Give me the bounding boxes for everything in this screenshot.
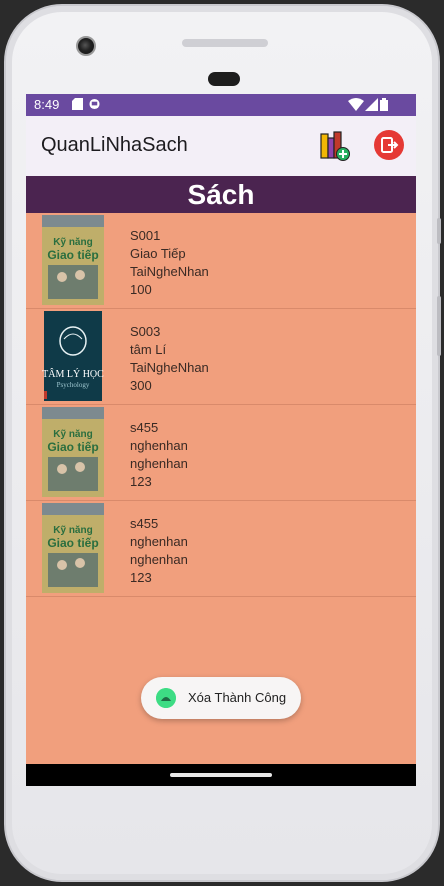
wifi-icon — [348, 98, 364, 111]
svg-text:TÂM LÝ HỌC: TÂM LÝ HỌC — [42, 368, 104, 380]
volume-button — [437, 296, 441, 356]
app-bar: QuanLiNhaSach — [26, 116, 416, 176]
book-name: Giao Tiếp — [130, 246, 186, 261]
book-row[interactable]: Kỹ năng Giao tiếp s455 nghenhan nghenhan… — [26, 501, 416, 597]
book-row[interactable]: Kỹ năng Giao tiếp S001 Giao Tiếp TaiNghe… — [26, 213, 416, 309]
book-name: nghenhan — [130, 438, 188, 453]
book-row[interactable]: Kỹ năng Giao tiếp s455 nghenhan nghenhan… — [26, 405, 416, 501]
svg-text:Giao tiếp: Giao tiếp — [47, 248, 98, 262]
book-info: s455 nghenhan nghenhan 123 — [130, 515, 188, 587]
book-info: s455 nghenhan nghenhan 123 — [130, 419, 188, 491]
book-code: S003 — [130, 324, 161, 339]
book-cover-image: TÂM LÝ HỌC Psychology — [42, 311, 104, 401]
book-quantity: 300 — [130, 378, 152, 393]
status-bar: 8:49 — [26, 94, 416, 116]
svg-text:Psychology: Psychology — [57, 381, 90, 389]
battery-icon — [380, 98, 388, 111]
signal-icon — [365, 98, 378, 111]
book-code: s455 — [130, 516, 159, 531]
book-name: tâm Lí — [130, 342, 167, 357]
app-screen: 8:49 QuanLiNhaSach Sách Kỹ năng Giao tiế… — [26, 94, 416, 786]
book-cover-image: Kỹ năng Giao tiếp — [42, 215, 104, 305]
book-row[interactable]: TÂM LÝ HỌC Psychology S003 tâm Lí TaiNgh… — [26, 309, 416, 405]
svg-text:Giao tiếp: Giao tiếp — [47, 536, 98, 550]
toast-message: Xóa Thành Công — [188, 690, 287, 705]
book-author: nghenhan — [130, 456, 188, 471]
book-code: S001 — [130, 228, 161, 243]
book-code: s455 — [130, 420, 159, 435]
book-list: Kỹ năng Giao tiếp S001 Giao Tiếp TaiNghe… — [26, 213, 416, 597]
sd-card-icon — [72, 98, 83, 110]
speaker-grille — [182, 39, 268, 47]
add-book-icon[interactable] — [319, 130, 351, 162]
book-info: S003 tâm Lí TaiNgheNhan 300 — [130, 323, 209, 395]
section-header: Sách — [26, 176, 416, 213]
book-name: nghenhan — [130, 534, 188, 549]
notification-icon — [89, 98, 100, 110]
svg-text:Kỹ năng: Kỹ năng — [53, 429, 92, 440]
book-author: nghenhan — [130, 552, 188, 567]
front-camera — [76, 36, 96, 56]
book-author: TaiNgheNhan — [130, 264, 209, 279]
toast: Xóa Thành Công — [141, 677, 301, 719]
book-author: TaiNgheNhan — [130, 360, 209, 375]
home-gesture-handle[interactable] — [170, 773, 272, 777]
book-quantity: 100 — [130, 282, 152, 297]
android-icon — [156, 688, 176, 708]
navigation-bar — [26, 764, 416, 786]
book-quantity: 123 — [130, 474, 152, 489]
svg-text:Giao tiếp: Giao tiếp — [47, 440, 98, 454]
power-button — [437, 218, 441, 244]
status-time: 8:49 — [34, 97, 60, 112]
svg-text:Kỹ năng: Kỹ năng — [53, 237, 92, 248]
book-cover-image: Kỹ năng Giao tiếp — [42, 503, 104, 593]
book-cover-image: Kỹ năng Giao tiếp — [42, 407, 104, 497]
app-title: QuanLiNhaSach — [41, 134, 188, 156]
earpiece — [208, 72, 240, 86]
logout-icon[interactable] — [374, 130, 404, 160]
book-quantity: 123 — [130, 570, 152, 585]
book-info: S001 Giao Tiếp TaiNgheNhan 100 — [130, 227, 209, 299]
svg-text:Kỹ năng: Kỹ năng — [53, 525, 92, 536]
